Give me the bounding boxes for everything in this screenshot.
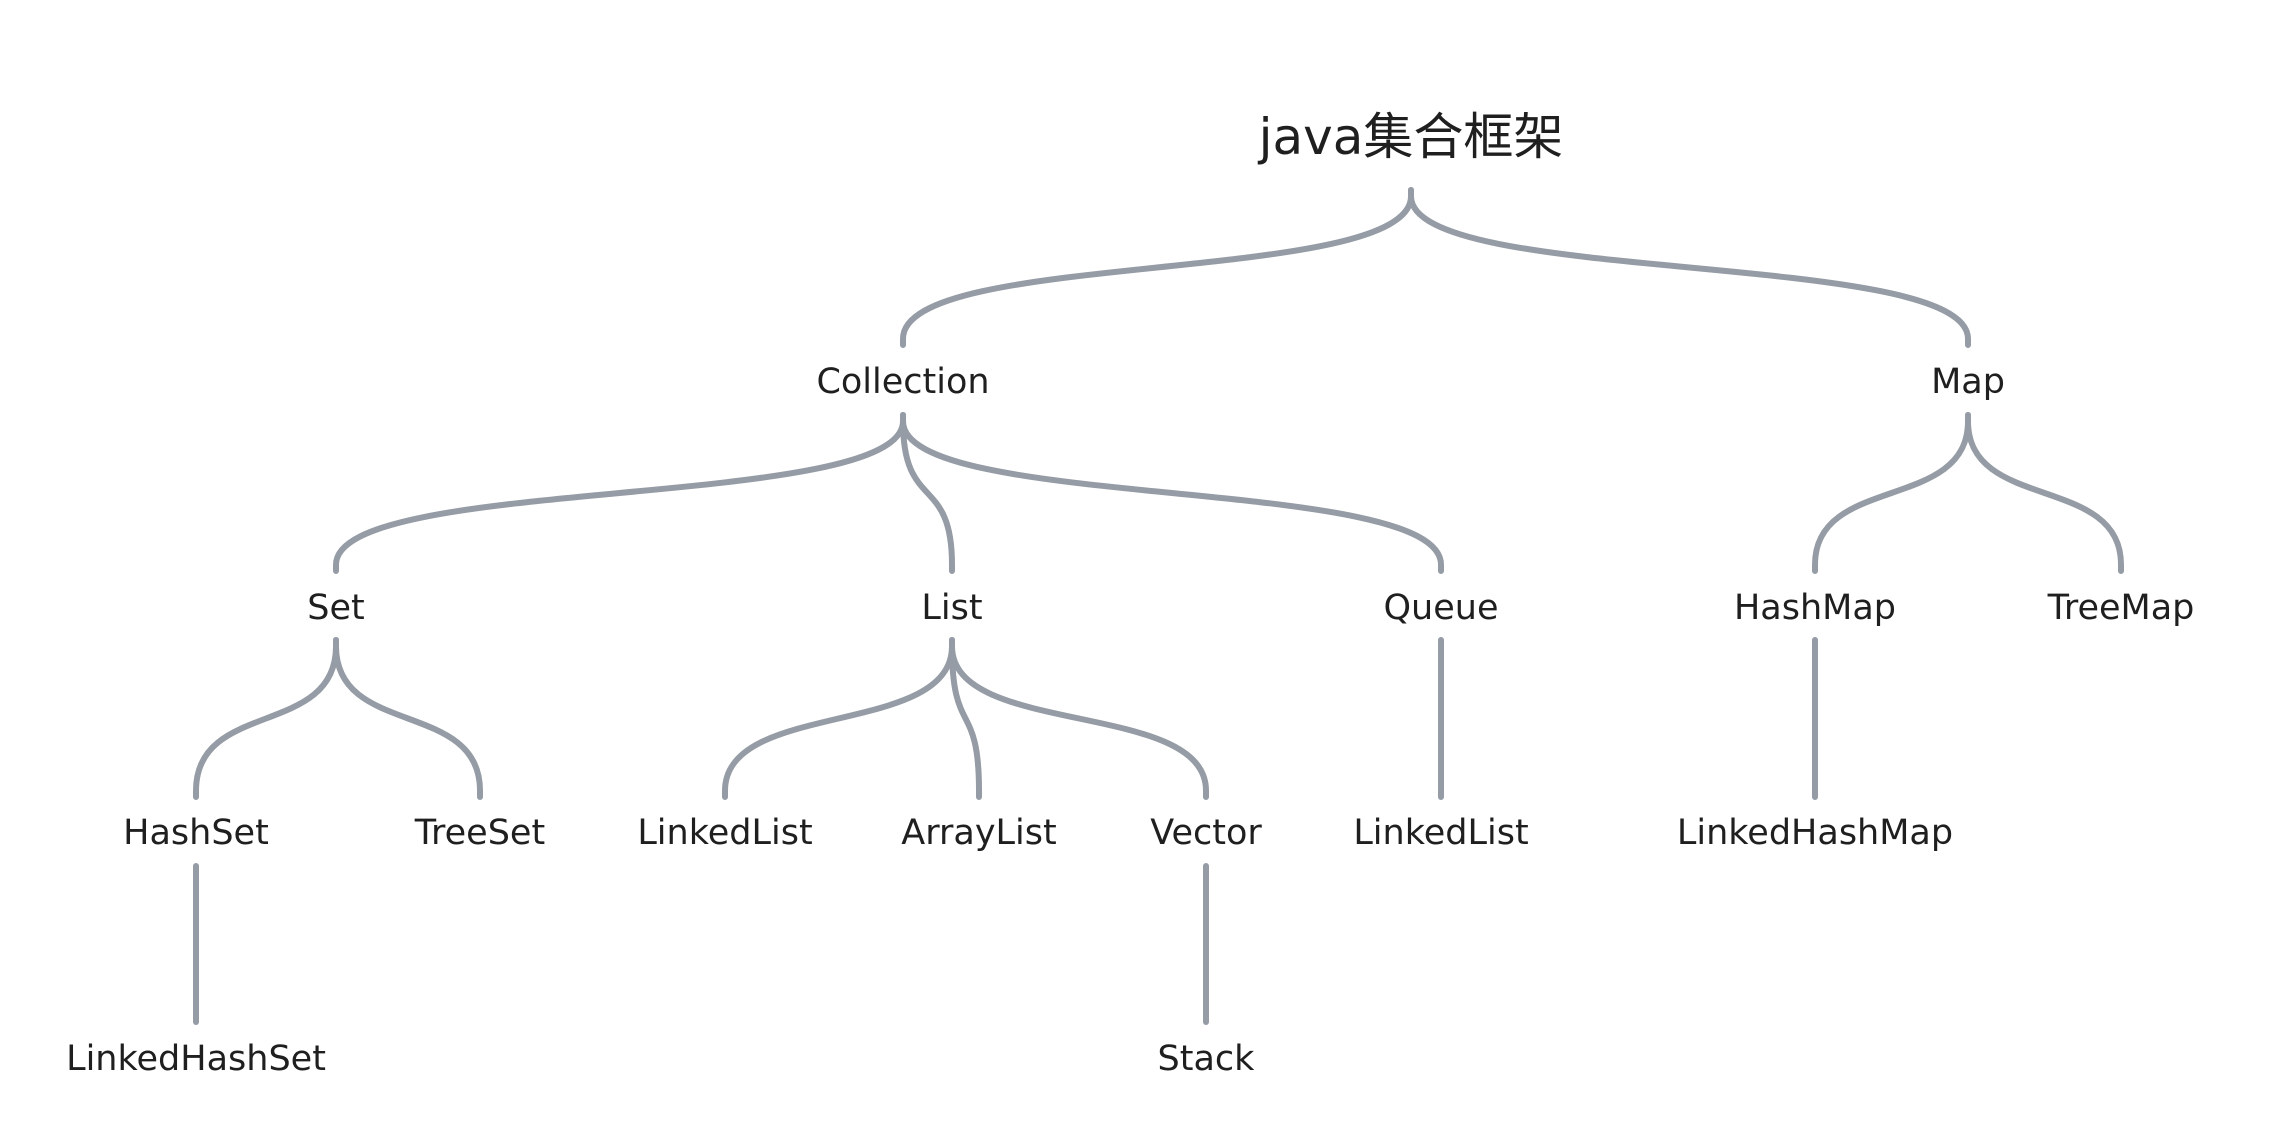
node-queue-linkedlist: LinkedList	[1353, 813, 1528, 853]
edge-set-to-treeset	[333, 637, 483, 800]
node-treeset: TreeSet	[414, 813, 545, 853]
node-stack: Stack	[1158, 1039, 1256, 1079]
edge-root-to-collection	[900, 187, 1414, 348]
node-vector: Vector	[1150, 813, 1262, 853]
node-map: Map	[1931, 362, 2005, 402]
node-queue: Queue	[1384, 588, 1499, 628]
edge-collection-to-queue	[900, 412, 1444, 574]
node-root: java集合框架	[1258, 108, 1564, 166]
edge-list-to-vector	[949, 637, 1209, 800]
edge-map-to-hashmap	[1812, 412, 1971, 574]
node-hashset: HashSet	[123, 813, 269, 853]
node-arraylist: ArrayList	[901, 813, 1056, 853]
edge-root-to-map	[1408, 187, 1971, 348]
edge-collection-to-set	[333, 412, 906, 574]
node-set: Set	[307, 588, 364, 628]
node-hashmap: HashMap	[1734, 588, 1896, 628]
node-collection: Collection	[816, 362, 989, 402]
node-linkedhashset: LinkedHashSet	[66, 1039, 326, 1079]
edge-map-to-treemap	[1965, 412, 2124, 574]
edge-list-to-list-linkedlist	[722, 637, 955, 800]
node-list-linkedlist: LinkedList	[637, 813, 812, 853]
collection-hierarchy-diagram: java集合框架 Collection Map Set List Queue H…	[66, 108, 2195, 1079]
node-linkedhashmap: LinkedHashMap	[1677, 813, 1953, 853]
node-treemap: TreeMap	[2047, 588, 2195, 628]
node-list: List	[921, 588, 982, 628]
edge-set-to-hashset	[193, 637, 339, 800]
